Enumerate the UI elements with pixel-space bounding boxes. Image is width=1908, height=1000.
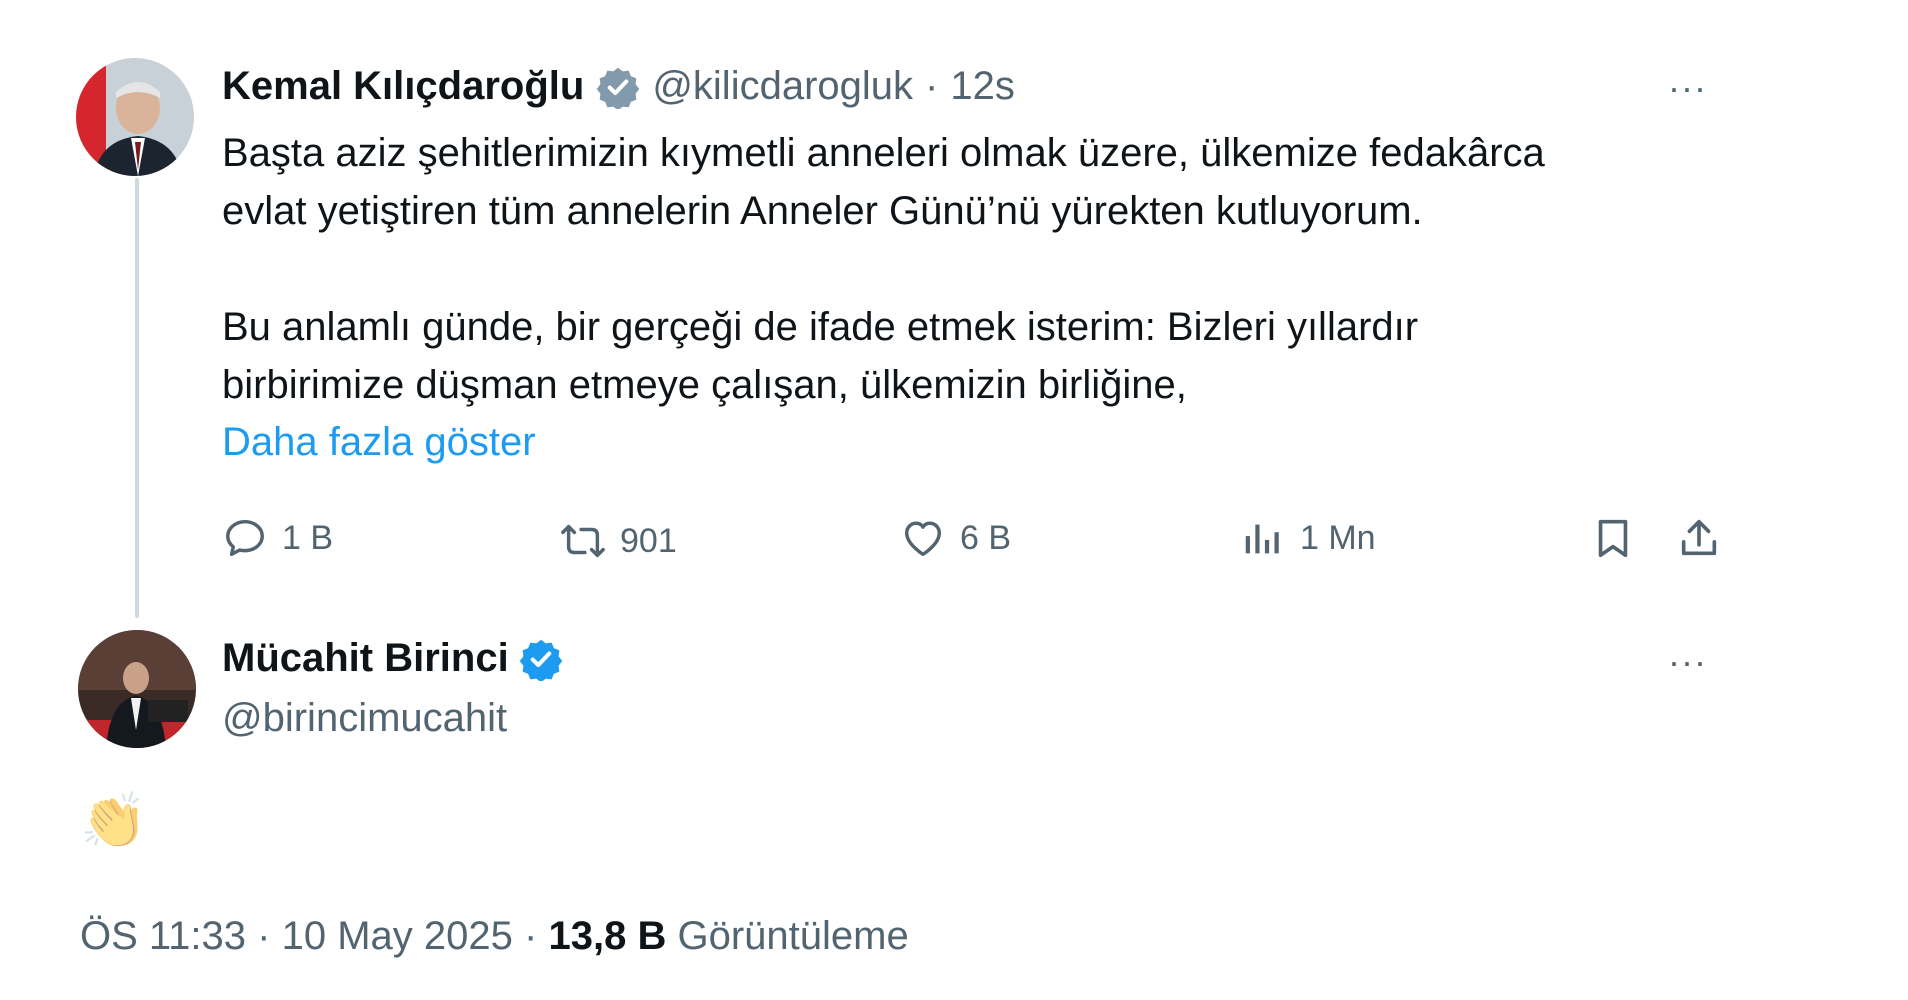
- separator-dot: ·: [257, 914, 271, 958]
- more-options-icon[interactable]: ···: [1668, 70, 1707, 106]
- reply-more-options-icon[interactable]: ···: [1668, 644, 1707, 680]
- tweet-text: Başta aziz şehitlerimizin kıymetli annel…: [222, 124, 1722, 414]
- like-count: 6 B: [960, 518, 1012, 557]
- verified-badge-icon: [597, 67, 640, 109]
- share-button[interactable]: [1676, 515, 1722, 561]
- views-count: 1 Mn: [1300, 518, 1376, 557]
- like-button[interactable]: 6 B: [900, 515, 1011, 561]
- repost-button[interactable]: 901: [560, 518, 677, 564]
- reply-button[interactable]: 1 B: [222, 515, 333, 561]
- clapping-emoji: 👏: [80, 791, 148, 851]
- views-button[interactable]: 1 Mn: [1240, 515, 1376, 561]
- author-handle[interactable]: @kilicdarogluk: [652, 64, 913, 109]
- reply-count: 1 B: [282, 518, 334, 557]
- bookmark-icon: [1598, 519, 1628, 558]
- tweet-date[interactable]: 10 May 2025: [282, 914, 513, 958]
- share-icon: [1681, 519, 1717, 556]
- timestamp-row: ÖS 11:33 · 10 May 2025 · 13,8 B Görüntül…: [80, 914, 909, 959]
- views-total: 13,8 B: [548, 914, 667, 958]
- repost-icon: [561, 524, 605, 558]
- views-icon: [1245, 524, 1279, 554]
- separator-dot: ·: [524, 914, 538, 958]
- like-icon: [904, 521, 942, 557]
- views-label: Görüntüleme: [677, 914, 909, 958]
- tweet-time[interactable]: ÖS 11:33: [80, 914, 246, 958]
- show-more-link[interactable]: Daha fazla göster: [222, 420, 536, 465]
- bookmark-button[interactable]: [1590, 515, 1636, 561]
- author-name[interactable]: Kemal Kılıçdaroğlu: [222, 64, 584, 109]
- separator-dot: ·: [925, 64, 939, 108]
- paragraph-1-line-1: Başta aziz şehitlerimizin kıymetli annel…: [222, 131, 1545, 175]
- reply-icon: [226, 519, 264, 557]
- verified-badge-icon: [519, 639, 562, 681]
- thread-line: [135, 178, 139, 618]
- time-ago[interactable]: 12s: [950, 64, 1015, 109]
- paragraph-2-line-1: Bu anlamlı günde, bir gerçeği de ifade e…: [222, 305, 1419, 349]
- reply-author-name[interactable]: Mücahit Birinci: [222, 636, 509, 681]
- paragraph-1-line-2: evlat yetiştiren tüm annelerin Anneler G…: [222, 189, 1423, 233]
- paragraph-2-line-2: birbirimize düşman etmeye çalışan, ülkem…: [222, 363, 1187, 407]
- reply-author-handle[interactable]: @birincimucahit: [222, 696, 507, 741]
- repost-count: 901: [620, 521, 677, 560]
- avatar-kilicdaroglu[interactable]: [76, 58, 194, 176]
- avatar-birinci[interactable]: [78, 630, 196, 748]
